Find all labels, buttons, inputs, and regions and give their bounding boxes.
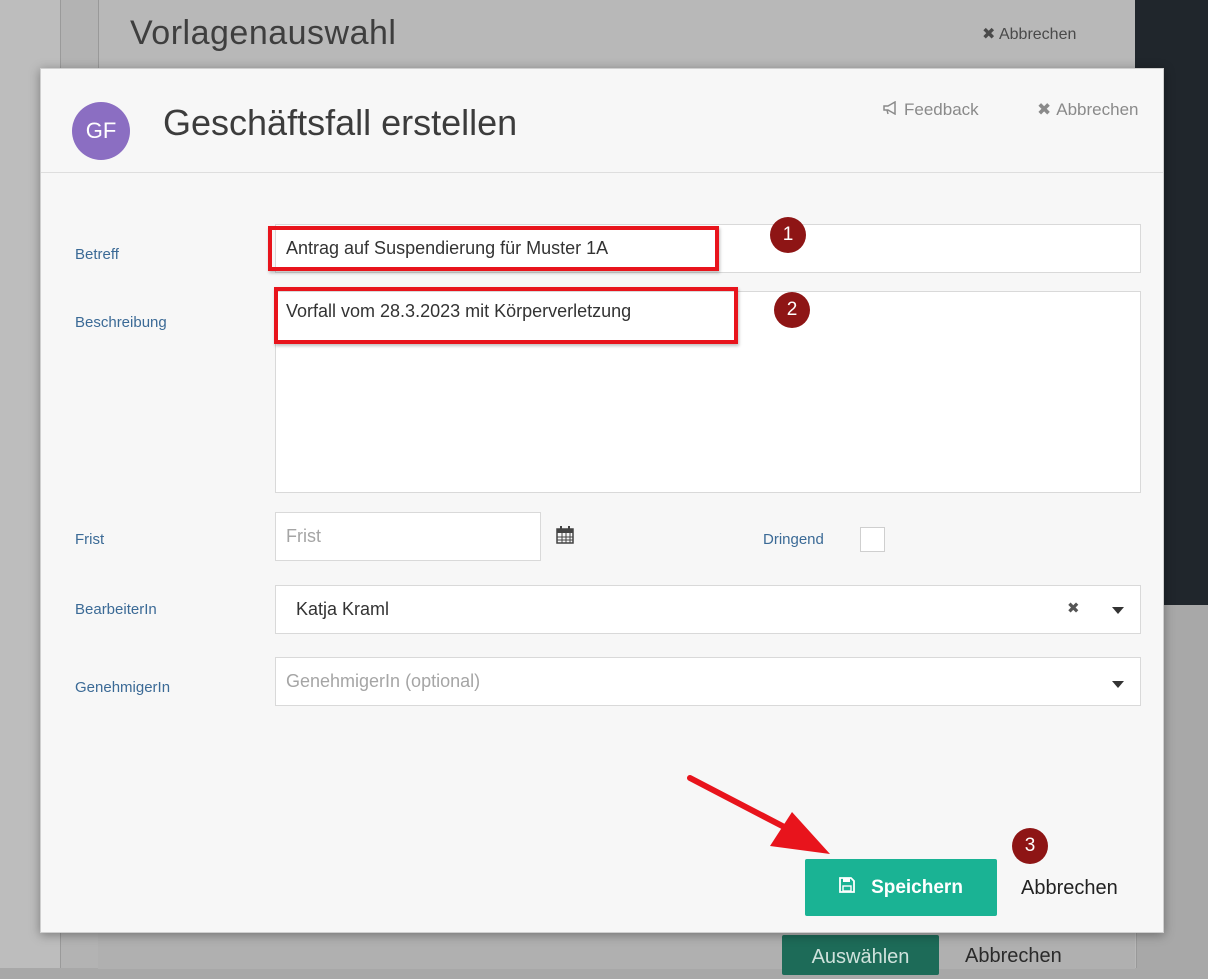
annotation-arrow [687,775,830,854]
